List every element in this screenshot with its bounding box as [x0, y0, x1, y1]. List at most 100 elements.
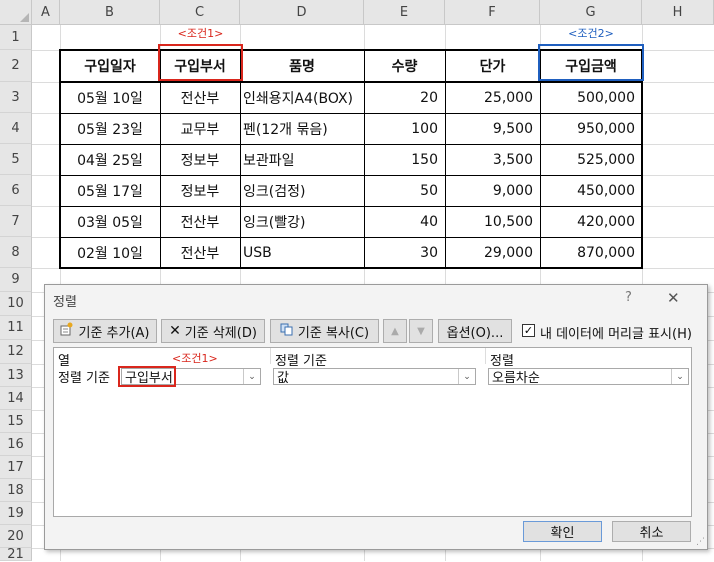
table-cell[interactable]: 150 — [364, 144, 445, 175]
close-button[interactable]: ✕ — [667, 289, 680, 307]
copy-level-button[interactable]: 기준 복사(C) — [270, 319, 379, 343]
copy-level-label: 기준 복사(C) — [297, 325, 370, 341]
arrow-up-icon: ▲ — [391, 325, 399, 337]
column-header-H[interactable]: H — [642, 0, 714, 25]
add-level-label: 기준 추가(A) — [78, 325, 150, 341]
sort-levels-list: 열 정렬 기준 정렬 <조건1> 정렬 기준 구입부서 ⌄ 값 ⌄ 오름차순 ⌄ — [53, 347, 692, 517]
sort-on-select[interactable]: 값 ⌄ — [273, 368, 476, 386]
add-level-button[interactable]: 기준 추가(A) — [53, 319, 157, 343]
table-cell[interactable]: 전산부 — [160, 237, 240, 268]
row-header-2[interactable]: 2 — [0, 50, 32, 82]
header-divider-1 — [270, 348, 271, 364]
row-header-21[interactable]: 21 — [0, 547, 32, 562]
checkmark-icon: ✓ — [523, 324, 534, 337]
table-cell[interactable]: 02월 10일 — [60, 237, 160, 268]
options-label: 옵션(O)... — [446, 325, 504, 341]
table-cell[interactable]: 전산부 — [160, 206, 240, 237]
table-cell[interactable]: 50 — [364, 175, 445, 206]
row-header-19[interactable]: 19 — [0, 502, 32, 525]
move-up-button[interactable]: ▲ — [383, 319, 407, 343]
table-header-cell[interactable]: 단가 — [445, 50, 540, 82]
header-divider-2 — [485, 348, 486, 364]
has-headers-label: 내 데이터에 머리글 표시(H) — [540, 327, 692, 342]
delete-level-button[interactable]: ✕ 기준 삭제(D) — [161, 319, 265, 343]
column-header-D[interactable]: D — [240, 0, 364, 25]
table-header-cell[interactable]: 수량 — [364, 50, 445, 82]
order-select[interactable]: 오름차순 ⌄ — [488, 368, 689, 386]
table-cell[interactable]: 25,000 — [445, 82, 540, 113]
table-cell[interactable]: 전산부 — [160, 82, 240, 113]
table-cell[interactable]: 30 — [364, 237, 445, 268]
table-cell[interactable]: 100 — [364, 113, 445, 144]
row-header-3[interactable]: 3 — [0, 82, 32, 113]
help-button[interactable]: ? — [625, 290, 632, 305]
row-header-7[interactable]: 7 — [0, 206, 32, 237]
row-header-9[interactable]: 9 — [0, 268, 32, 292]
sort-on-select-value: 값 — [277, 371, 289, 386]
table-cell[interactable]: 9,500 — [445, 113, 540, 144]
column-header-G[interactable]: G — [540, 0, 642, 25]
table-cell[interactable]: 04월 25일 — [60, 144, 160, 175]
table-cell[interactable]: 정보부 — [160, 175, 240, 206]
options-button[interactable]: 옵션(O)... — [438, 319, 512, 343]
row-header-4[interactable]: 4 — [0, 113, 32, 144]
table-cell[interactable]: 525,000 — [540, 144, 642, 175]
table-header-cell[interactable]: 품명 — [240, 50, 364, 82]
row-header-5[interactable]: 5 — [0, 144, 32, 175]
table-cell[interactable]: 05월 10일 — [60, 82, 160, 113]
row-header-6[interactable]: 6 — [0, 175, 32, 206]
condition1-highlight-box — [158, 44, 243, 81]
table-cell[interactable]: 3,500 — [445, 144, 540, 175]
table-cell[interactable]: 잉크(검정) — [240, 175, 364, 206]
table-cell[interactable]: USB — [240, 237, 364, 268]
row-header-15[interactable]: 15 — [0, 410, 32, 433]
table-cell[interactable]: 950,000 — [540, 113, 642, 144]
select-all-corner[interactable] — [0, 0, 32, 25]
row-header-14[interactable]: 14 — [0, 387, 32, 410]
row-header-20[interactable]: 20 — [0, 525, 32, 548]
has-headers-checkbox[interactable]: ✓ — [522, 324, 535, 337]
table-cell[interactable]: 03월 05일 — [60, 206, 160, 237]
delete-icon: ✕ — [169, 323, 181, 339]
table-cell[interactable]: 잉크(빨강) — [240, 206, 364, 237]
table-cell[interactable]: 40 — [364, 206, 445, 237]
row-header-11[interactable]: 11 — [0, 316, 32, 340]
table-cell[interactable]: 보관파일 — [240, 144, 364, 175]
row-header-16[interactable]: 16 — [0, 433, 32, 456]
row-header-18[interactable]: 18 — [0, 479, 32, 502]
table-cell[interactable]: 정보부 — [160, 144, 240, 175]
table-cell[interactable]: 펜(12개 묶음) — [240, 113, 364, 144]
row-header-8[interactable]: 8 — [0, 237, 32, 268]
row-header-17[interactable]: 17 — [0, 456, 32, 479]
column-header-A[interactable]: A — [32, 0, 60, 25]
table-cell[interactable]: 500,000 — [540, 82, 642, 113]
copy-icon — [280, 322, 294, 340]
table-cell[interactable]: 05월 17일 — [60, 175, 160, 206]
row-header-12[interactable]: 12 — [0, 340, 32, 364]
table-cell[interactable]: 29,000 — [445, 237, 540, 268]
table-cell[interactable]: 450,000 — [540, 175, 642, 206]
table-cell[interactable]: 교무부 — [160, 113, 240, 144]
add-level-icon — [60, 322, 74, 340]
table-cell[interactable]: 420,000 — [540, 206, 642, 237]
resize-grip-icon[interactable]: ⋰ — [696, 538, 705, 547]
cancel-button[interactable]: 취소 — [612, 521, 691, 542]
column-header-E[interactable]: E — [364, 0, 445, 25]
column-header-F[interactable]: F — [445, 0, 540, 25]
row-header-13[interactable]: 13 — [0, 364, 32, 387]
column-header-B[interactable]: B — [60, 0, 160, 25]
table-cell[interactable]: 20 — [364, 82, 445, 113]
sort-dialog: 정렬 ? ✕ 기준 추가(A) ✕ 기준 삭제(D) 기준 복사(C) ▲ ▼ … — [44, 284, 708, 550]
move-down-button[interactable]: ▼ — [409, 319, 433, 343]
order-select-value: 오름차순 — [492, 371, 540, 386]
table-cell[interactable]: 05월 23일 — [60, 113, 160, 144]
row-header-1[interactable]: 1 — [0, 25, 32, 50]
table-cell[interactable]: 870,000 — [540, 237, 642, 268]
table-cell[interactable]: 9,000 — [445, 175, 540, 206]
table-header-cell[interactable]: 구입일자 — [60, 50, 160, 82]
table-cell[interactable]: 인쇄용지A4(BOX) — [240, 82, 364, 113]
column-header-C[interactable]: C — [160, 0, 240, 25]
ok-button[interactable]: 확인 — [523, 521, 602, 542]
table-cell[interactable]: 10,500 — [445, 206, 540, 237]
row-header-10[interactable]: 10 — [0, 292, 32, 316]
